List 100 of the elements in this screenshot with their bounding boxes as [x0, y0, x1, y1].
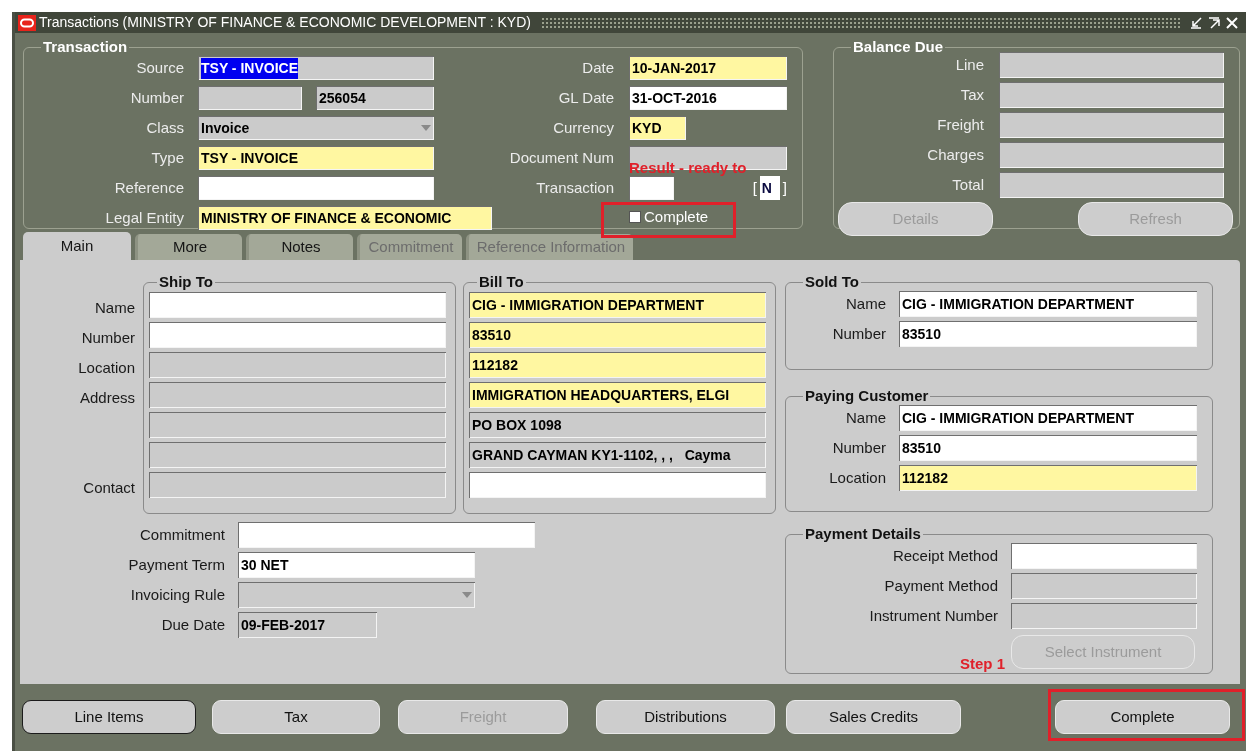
field-label: Freight [937, 114, 984, 135]
text-field[interactable]: TSY - INVOICE [198, 56, 434, 80]
text-field[interactable]: PO BOX 1098 [469, 412, 766, 438]
text-field[interactable]: 83510 [899, 321, 1197, 347]
field-label: Receipt Method [892, 545, 998, 566]
group-title: Sold To [805, 274, 859, 290]
text-field[interactable]: 09-FEB-2017 [238, 612, 377, 638]
app-logo-icon [18, 14, 36, 31]
text-field[interactable]: CIG - IMMIGRATION DEPARTMENT [899, 291, 1197, 317]
form-button[interactable]: Sales Credits [786, 700, 961, 734]
text-field[interactable] [999, 52, 1224, 78]
text-field[interactable]: 31-OCT-2016 [629, 86, 787, 110]
tab[interactable]: Main [23, 232, 131, 260]
text-field[interactable] [238, 522, 535, 548]
text-field[interactable]: 112182 [899, 465, 1197, 491]
group-title: Balance Due [853, 39, 944, 55]
bracket: ] [782, 177, 787, 198]
field-label: Reference [114, 177, 184, 198]
text-field[interactable] [149, 322, 446, 348]
field-label: GL Date [558, 87, 614, 108]
form-button[interactable]: Tax [212, 700, 380, 734]
field-label: Payment Term [128, 554, 225, 575]
maximize-icon[interactable] [1208, 16, 1220, 29]
field-label: Total [952, 174, 984, 195]
group-title: Paying Customer [805, 388, 929, 404]
tab[interactable]: More [135, 234, 242, 260]
text-field[interactable] [198, 86, 302, 110]
text-field[interactable]: CIG - IMMIGRATION DEPARTMENT [899, 405, 1197, 431]
text-field[interactable] [198, 176, 434, 200]
text-field[interactable]: KYD [629, 116, 686, 140]
field-label: Contact [83, 477, 135, 498]
field-label: Line [955, 54, 984, 75]
text-field[interactable] [149, 412, 446, 438]
text-field[interactable] [999, 112, 1224, 138]
field-label: Invoicing Rule [130, 584, 225, 605]
checkbox[interactable]: Complete [629, 206, 709, 229]
text-field[interactable] [149, 472, 446, 498]
field-label: Name [846, 407, 886, 428]
field-label: Number [832, 323, 886, 344]
field-label: Instrument Number [869, 605, 998, 626]
field-label: Document Num [509, 147, 614, 168]
form-button[interactable]: Line Items [22, 700, 196, 734]
field-label: Number [130, 87, 184, 108]
minimize-icon[interactable] [1190, 16, 1202, 29]
text-field[interactable] [1011, 573, 1197, 599]
dropdown-caret-icon [462, 592, 472, 598]
field-label: Address [79, 387, 135, 408]
field-label: Location [829, 467, 886, 488]
tab[interactable]: Notes [246, 234, 353, 260]
text-field[interactable] [469, 472, 766, 498]
bracket: [ [752, 177, 757, 198]
window-title: Transactions (MINISTRY OF FINANCE & ECONOMIC DEVELOPMENT : KYD) [39, 13, 531, 32]
dropdown-caret-icon [421, 125, 431, 131]
text-field[interactable]: MINISTRY OF FINANCE & ECONOMIC [198, 206, 492, 230]
group-title: Ship To [159, 274, 213, 290]
field-label: Name [846, 293, 886, 314]
text-field[interactable]: 256054 [316, 86, 434, 110]
form-button[interactable]: Distributions [596, 700, 775, 734]
text-field[interactable] [999, 172, 1224, 198]
text-field[interactable]: 112182 [469, 352, 766, 378]
close-icon[interactable] [1226, 16, 1238, 29]
field-label: Name [95, 297, 135, 318]
text-field[interactable]: 83510 [469, 322, 766, 348]
group-title: Transaction [43, 39, 128, 55]
text-field[interactable] [629, 176, 674, 200]
field-label: Type [151, 147, 184, 168]
text-field[interactable] [999, 142, 1224, 168]
text-field[interactable]: 30 NET [238, 552, 475, 578]
text-field[interactable]: N [759, 176, 780, 200]
dropdown-field[interactable] [238, 582, 475, 608]
text-field[interactable] [1011, 543, 1197, 569]
field-label: Class [146, 117, 184, 138]
group-title: Bill To [479, 274, 524, 290]
field-label: Currency [553, 117, 614, 138]
field-label: Number [832, 437, 886, 458]
text-field[interactable] [149, 292, 446, 318]
annotation-text: Step 1 [960, 654, 1005, 674]
text-field[interactable]: CIG - IMMIGRATION DEPARTMENT [469, 292, 766, 318]
text-field[interactable]: 83510 [899, 435, 1197, 461]
text-field[interactable] [149, 442, 446, 468]
field-label: Tax [960, 84, 984, 105]
group-title: Payment Details [805, 526, 921, 542]
text-field[interactable]: TSY - INVOICE [198, 146, 434, 170]
field-label: Due Date [161, 614, 225, 635]
field-label: Legal Entity [105, 207, 184, 228]
dropdown-field[interactable]: Invoice [198, 116, 434, 140]
text-field[interactable]: GRAND CAYMAN KY1-1102, , , Cayma [469, 442, 766, 468]
text-field[interactable] [149, 382, 446, 408]
field-label: Commitment [140, 524, 225, 545]
text-field[interactable]: IMMIGRATION HEADQUARTERS, ELGI [469, 382, 766, 408]
form-button[interactable]: Complete [1055, 700, 1230, 734]
field-label: Source [136, 57, 184, 78]
field-label: Payment Method [884, 575, 998, 596]
text-field[interactable] [1011, 603, 1197, 629]
field-label: Date [582, 57, 614, 78]
text-field[interactable]: 10-JAN-2017 [629, 56, 787, 80]
text-field[interactable] [999, 82, 1224, 108]
field-label: Number [81, 327, 135, 348]
text-field[interactable] [149, 352, 446, 378]
field-label: Transaction [536, 177, 614, 198]
